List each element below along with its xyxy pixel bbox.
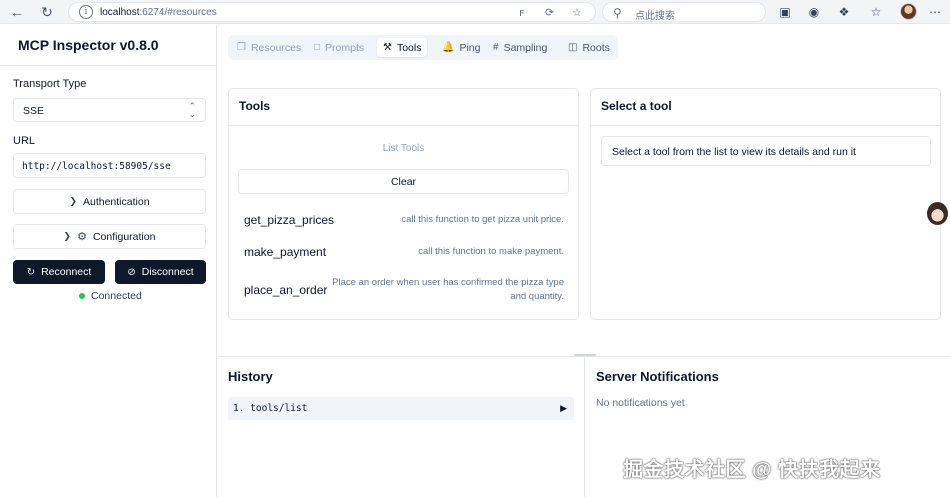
tools-icon: ⚒ [383,42,392,53]
tab-bar: ❐ Resources □ Prompts ⚒ Tools 🔔 Ping # S… [228,35,618,60]
tools-panel-title: Tools [239,99,271,113]
tools-panel: Tools List Tools Clear get_pizza_prices … [228,88,579,320]
tool-name: get_pizza_prices [244,213,335,227]
search-placeholder: 点此搜索 [635,11,675,22]
read-aloud-icon[interactable]: ꜰ [519,6,524,20]
connection-status: Connected [79,290,142,302]
tab-label: Prompts [325,41,365,54]
watermark: 掘金技术社区 @ 快扶我起来 [623,459,881,481]
vertical-divider [584,357,585,497]
list-tools-button[interactable]: List Tools [229,143,578,154]
clear-button[interactable]: Clear [238,169,569,194]
panel-separator [591,125,940,126]
url-label: URL [13,135,36,147]
tab-tools[interactable]: ⚒ Tools [377,38,428,57]
play-triangle-icon: ▶ [560,403,567,413]
tab-label: Resources [250,41,302,54]
transport-type-value: SSE [23,105,45,117]
favorites-bar-icon[interactable]: ☆ [868,4,884,20]
tab-sampling[interactable]: # Sampling [487,38,553,57]
search-icon: ⚲ [613,6,622,20]
tool-item-get-pizza-prices[interactable]: get_pizza_prices call this function to g… [244,213,564,227]
favorite-icon[interactable]: ☆ [572,6,582,20]
prompts-icon: □ [314,42,321,53]
panel-separator [229,125,578,126]
resources-icon: ❐ [237,42,246,53]
disconnect-button[interactable]: ⊘ Disconnect [115,260,206,284]
chevron-up-down-icon: ⌃ ⌄ [188,101,196,119]
refresh-icon[interactable]: ↻ [38,3,56,21]
browser-toolbar: ← ↻ i localhost:6274/#resources ꜰ ⟳ ☆ ⚲ … [0,0,950,24]
tool-detail-title: Select a tool [601,99,672,113]
screenshot-icon[interactable]: ▣ [777,4,793,20]
tool-detail-panel: Select a tool Select a tool from the lis… [590,88,941,320]
address-bar[interactable]: i localhost:6274/#resources ꜰ ⟳ ☆ [68,2,596,22]
tool-item-place-an-order[interactable]: place_an_order Place an order when user … [244,276,564,304]
status-text: Connected [91,290,142,302]
status-dot [79,293,85,299]
browser-search[interactable]: ⚲ 点此搜索 [602,2,766,22]
disconnect-label: Disconnect [141,266,194,278]
tab-label: Ping [459,41,481,54]
server-notifications-title: Server Notifications [596,369,719,384]
reconnect-label: Reconnect [41,266,92,278]
authentication-label: Authentication [82,195,150,208]
sidebar-divider [0,65,216,66]
tab-prompts[interactable]: □ Prompts [308,38,370,57]
tool-description: call this function to get pizza unit pri… [401,214,564,225]
tab-label: Sampling [503,41,548,54]
tool-name: make_payment [244,245,327,259]
translate-icon[interactable]: ⟳ [545,6,554,20]
info-icon[interactable]: i [79,5,93,19]
profile-avatar[interactable] [900,3,917,20]
tool-detail-hint: Select a tool from the list to view its … [601,136,931,166]
tool-item-make-payment[interactable]: make_payment call this function to make … [244,245,564,259]
transport-type-label: Transport Type [13,78,87,90]
sidebar: MCP Inspector v0.8.0 Transport Type SSE … [0,25,217,497]
url-text: localhost:6274/#resources [100,7,217,18]
tab-resources[interactable]: ❐ Resources [231,38,307,57]
tool-description: call this function to make payment. [418,246,564,257]
tool-description: Place an order when user has confirmed t… [332,277,564,302]
rotate-icon: ↻ [26,266,36,278]
gear-icon: ⚙ [77,231,87,243]
tab-label: Tools [396,41,422,54]
app-title: MCP Inspector v0.8.0 [18,37,159,53]
history-item-label: 1. tools/list [233,403,308,414]
history-item[interactable]: 1. tools/list ▶ [228,397,574,420]
back-icon[interactable]: ← [8,3,26,21]
no-notifications-text: No notifications yet [596,397,685,409]
tab-roots[interactable]: ◫ Roots [562,38,616,57]
transport-type-select[interactable]: SSE ⌃ ⌄ [13,98,206,122]
reconnect-button[interactable]: ↻ Reconnect [13,260,105,284]
extension-icon[interactable]: ❖ [836,4,852,20]
chevron-right-icon: ❯ [63,231,72,241]
ping-icon: 🔔 [442,42,455,53]
configuration-label: Configuration [92,230,156,243]
url-input[interactable]: http://localhost:58905/sse [13,153,206,178]
more-icon[interactable]: ⋯ [927,4,943,20]
chevron-right-icon: ❯ [69,196,77,206]
roots-icon: ◫ [568,42,578,53]
tool-name: place_an_order [244,283,328,297]
unplug-icon: ⊘ [127,266,136,278]
url-input-value: http://localhost:58905/sse [22,161,171,172]
tab-ping[interactable]: 🔔 Ping [436,38,486,57]
tab-label: Roots [582,41,610,54]
floating-assistant-avatar[interactable] [927,202,948,225]
history-title: History [228,369,273,384]
configuration-button[interactable]: ❯ ⚙ Configuration [13,224,206,249]
tool-detail-hint-text: Select a tool from the list to view its … [612,146,856,158]
browser-extension-icon[interactable]: ◉ [806,4,822,20]
sampling-icon: # [493,42,499,53]
authentication-button[interactable]: ❯ Authentication [13,189,206,214]
